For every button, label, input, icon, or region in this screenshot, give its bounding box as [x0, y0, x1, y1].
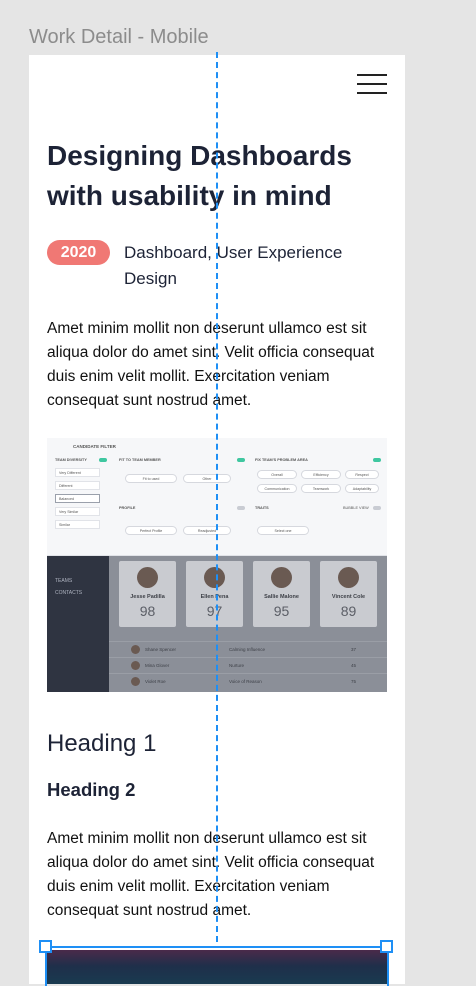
profile-label: PROFILE	[119, 506, 136, 510]
avatar	[131, 645, 140, 654]
row-value: 75	[351, 679, 357, 684]
problem-pill[interactable]: Communication	[257, 484, 297, 493]
fit-team-toggle[interactable]	[237, 458, 245, 462]
page-title: Designing Dashboards with usability in m…	[47, 140, 352, 211]
fit-team-label: FIT TO TEAM MEMBER	[119, 458, 161, 462]
heading-2: Heading 2	[47, 779, 136, 800]
resize-handle[interactable]	[380, 940, 393, 953]
problem-area-label: FIX TEAM'S PROBLEM AREA	[255, 458, 308, 462]
row-desc: Nurture	[229, 663, 245, 668]
avatar	[131, 661, 140, 670]
dashboard-sidebar: TEAMS CONTACTS	[47, 556, 109, 692]
bubble-view-label: BUBBLE VIEW	[343, 506, 369, 510]
candidate-name: Jesse Padilla	[130, 594, 165, 600]
body-paragraph: Amet minim mollit non deserunt ullamco e…	[47, 830, 375, 919]
problem-pill[interactable]: Respect	[345, 470, 379, 479]
diversity-option[interactable]: Different	[55, 481, 100, 490]
problem-pill[interactable]: Efficiency	[301, 470, 341, 479]
selection-box	[45, 946, 389, 986]
candidate-card: Vincent Cole 89	[320, 561, 377, 627]
problem-area-toggle[interactable]	[373, 458, 381, 462]
sidebar-nav-contacts: CONTACTS	[55, 590, 83, 596]
avatar	[204, 567, 225, 588]
heading-1: Heading 1	[47, 730, 157, 757]
row-desc: Voice of Reason	[229, 679, 262, 684]
traits-label: TRAITS	[255, 506, 269, 510]
hamburger-icon[interactable]	[357, 74, 387, 94]
profile-select[interactable]: Perfect Profile	[125, 526, 177, 535]
diversity-option[interactable]: Similar	[55, 520, 100, 529]
avatar	[131, 677, 140, 686]
dashboard-main: Jesse Padilla 98 Ellen Pena 97 Sallie Ma…	[109, 556, 387, 692]
year-badge: 2020	[47, 240, 110, 265]
problem-pill[interactable]: Overall	[257, 470, 297, 479]
profile-select[interactable]: Readjusted	[183, 526, 231, 535]
fit-select[interactable]: Other	[183, 474, 231, 483]
candidate-score: 97	[206, 603, 223, 619]
problem-pill[interactable]: Adaptability	[345, 484, 379, 493]
intro-paragraph: Amet minim mollit non deserunt ullamco e…	[47, 320, 375, 409]
candidate-score: 95	[273, 603, 290, 619]
row-value: 37	[351, 647, 357, 652]
table-row: Mina Glover Nurture 45	[109, 657, 387, 673]
frame-label: Work Detail - Mobile	[29, 26, 209, 48]
diversity-option[interactable]: Very Different	[55, 468, 100, 477]
traits-select[interactable]: Select one	[257, 526, 309, 535]
fit-select[interactable]: Fit to used	[125, 474, 177, 483]
row-desc: Calming Influence	[229, 647, 266, 652]
table-row: Violet Roe Voice of Reason 75	[109, 673, 387, 689]
diversity-option[interactable]: Very Similar	[55, 507, 100, 516]
candidate-card: Sallie Malone 95	[253, 561, 310, 627]
project-tags: Dashboard, User Experience Design	[124, 243, 343, 288]
problem-pill[interactable]: Teamwork	[301, 484, 341, 493]
row-name: Mina Glover	[145, 663, 170, 668]
row-name: Shane Spencer	[145, 647, 177, 652]
diversity-option[interactable]: Balanced	[55, 494, 100, 503]
team-diversity-label: TEAM DIVERSITY	[55, 458, 87, 462]
avatar	[338, 567, 359, 588]
candidate-name: Ellen Pena	[200, 594, 229, 600]
diversity-toggle[interactable]	[99, 458, 107, 462]
row-name: Violet Roe	[145, 679, 166, 684]
candidate-card: Ellen Pena 97	[186, 561, 243, 627]
alignment-guide	[216, 52, 218, 942]
candidate-score: 89	[340, 603, 357, 619]
candidate-name: Sallie Malone	[264, 594, 299, 600]
avatar	[137, 567, 158, 588]
candidate-name: Vincent Cole	[331, 594, 366, 600]
candidate-score: 98	[139, 603, 156, 619]
filter-title: CANDIDATE FILTER	[73, 444, 116, 449]
sidebar-nav-teams: TEAMS	[55, 578, 73, 584]
row-value: 45	[351, 663, 357, 668]
bubble-view-toggle[interactable]	[373, 506, 381, 510]
profile-toggle[interactable]	[237, 506, 245, 510]
avatar	[271, 567, 292, 588]
candidate-card: Jesse Padilla 98	[119, 561, 176, 627]
resize-handle[interactable]	[39, 940, 52, 953]
table-row: Shane Spencer Calming Influence 37	[109, 641, 387, 657]
